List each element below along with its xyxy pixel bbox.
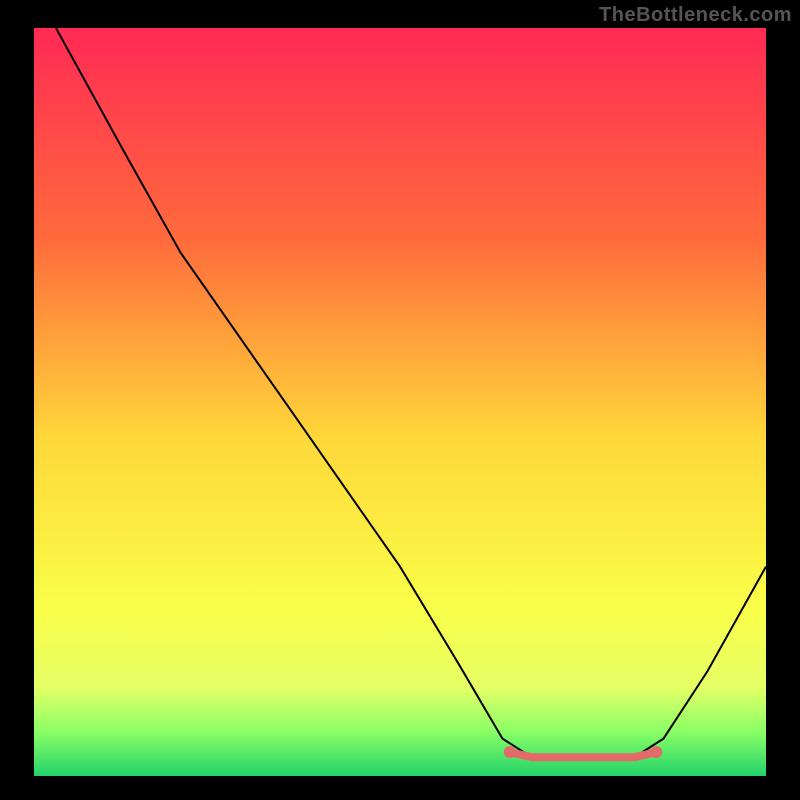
- plot-background: [34, 28, 766, 776]
- plot-area: [34, 28, 766, 776]
- range-endpoint-marker: [504, 746, 516, 758]
- range-endpoint-marker: [650, 746, 662, 758]
- chart-outer-frame: TheBottleneck.com: [0, 0, 800, 800]
- chart-svg: [34, 28, 766, 776]
- watermark-text: TheBottleneck.com: [599, 4, 792, 27]
